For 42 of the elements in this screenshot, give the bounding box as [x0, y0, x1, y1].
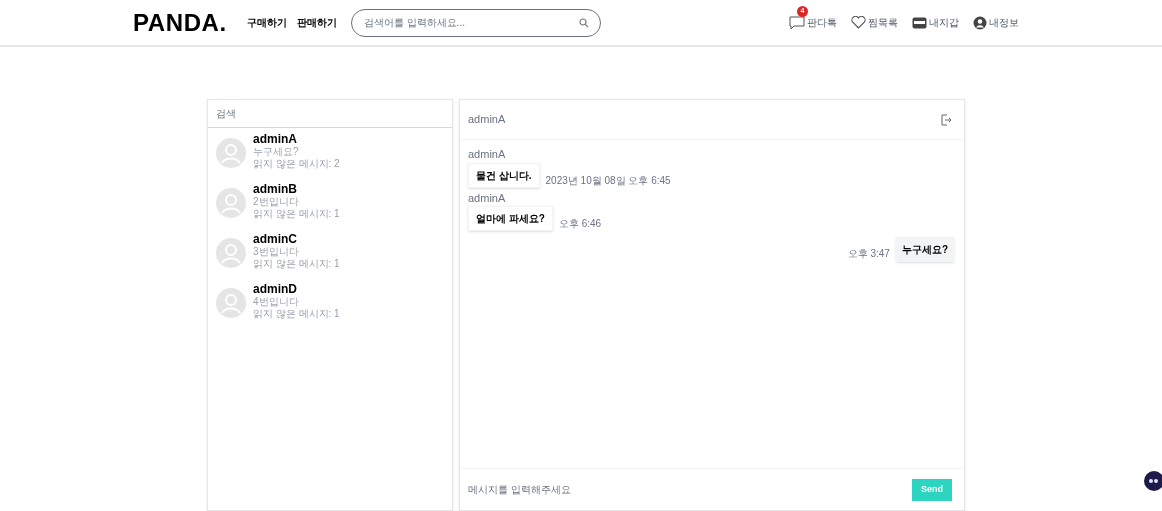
wallet-icon — [912, 16, 927, 29]
nav-link[interactable]: 구매하기 — [246, 15, 287, 30]
room-name[interactable]: adminC — [253, 232, 340, 246]
chat-title: adminA — [468, 112, 507, 128]
unread-count: 읽지 않은 메시지: 2 — [253, 158, 340, 170]
message-bubble: 누구세요? — [895, 237, 954, 262]
room-name[interactable]: adminA — [253, 132, 340, 146]
last-message: 3번입니다 — [253, 246, 300, 258]
message-bubble: 얼마에 파세요? — [468, 206, 553, 231]
unread-count: 읽지 않은 메시지: 1 — [253, 258, 340, 270]
search-field[interactable]: 검색어를 입력하세요... — [350, 8, 601, 37]
message-input[interactable]: 메시지를 입력해주세요 — [468, 482, 912, 497]
user-icon — [973, 15, 987, 30]
room-name[interactable]: adminD — [253, 282, 340, 296]
message-time: 2023년 10월 08일 오후 6:45 — [545, 173, 671, 188]
unread-count: 읽지 않은 메시지: 1 — [253, 208, 340, 220]
unread-count: 읽지 않은 메시지: 1 — [253, 308, 340, 320]
exit-icon[interactable] — [940, 113, 952, 126]
nav-link[interactable]: 판매하기 — [296, 15, 337, 30]
avatar-icon — [216, 138, 246, 168]
last-message: 4번입니다 — [253, 296, 300, 308]
avatar-icon — [216, 238, 246, 268]
search-field[interactable]: 검색 — [216, 106, 444, 121]
last-message: 누구세요? — [253, 146, 300, 158]
sender-name: adminA — [468, 190, 507, 206]
search-icon[interactable] — [578, 17, 589, 28]
menu-link[interactable]: 내지갑 — [929, 15, 959, 30]
menu-link[interactable]: 판다톡 — [807, 15, 837, 30]
logo[interactable]: PANDA. — [133, 4, 227, 41]
sender-name: adminA — [468, 147, 507, 162]
chatbot-icon[interactable] — [1143, 470, 1162, 492]
message-bubble: 물건 삽니다. — [468, 162, 540, 188]
last-message: 2번입니다 — [253, 196, 300, 208]
message-time: 오후 3:47 — [847, 247, 890, 261]
avatar-icon — [216, 188, 246, 218]
menu-link[interactable]: 내정보 — [989, 15, 1019, 30]
chat-icon — [789, 15, 805, 30]
message-time: 오후 6:46 — [558, 217, 602, 231]
menu-link[interactable]: 찜목록 — [868, 15, 898, 30]
avatar-icon — [216, 288, 246, 318]
room-name[interactable]: adminB — [253, 182, 340, 196]
heart-icon — [851, 16, 866, 29]
